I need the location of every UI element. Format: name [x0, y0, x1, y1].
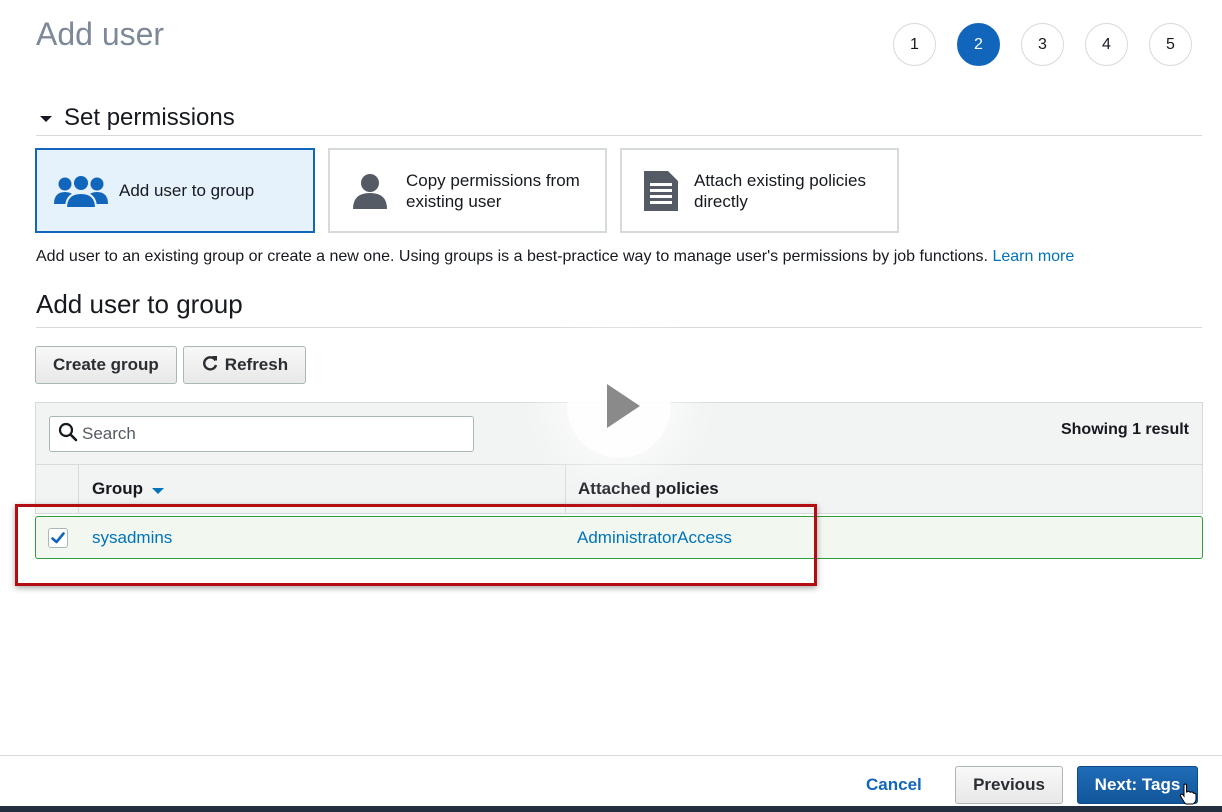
video-play-button[interactable] [567, 354, 671, 458]
header-group[interactable]: Group [79, 465, 566, 513]
row-checkbox[interactable] [47, 527, 68, 548]
caret-down-icon [40, 115, 52, 122]
footer-bar [0, 806, 1222, 812]
header-select-column [36, 465, 79, 513]
group-name-link[interactable]: sysadmins [79, 528, 566, 548]
policy-link[interactable]: AdministratorAccess [566, 528, 1202, 548]
step-5[interactable]: 5 [1149, 23, 1192, 66]
previous-button[interactable]: Previous [955, 766, 1063, 804]
option-add-user-to-group[interactable]: Add user to group [35, 148, 315, 233]
wizard-steps: 1 2 3 4 5 [893, 23, 1192, 66]
sort-caret-icon [152, 487, 164, 494]
step-4[interactable]: 4 [1085, 23, 1128, 66]
header-group-label: Group [92, 479, 143, 498]
cancel-link[interactable]: Cancel [866, 775, 922, 795]
users-group-icon [53, 173, 109, 209]
user-icon [350, 171, 390, 211]
wizard-footer: Cancel Previous Next: Tags [0, 755, 1222, 812]
option-line-1: Copy permissions from [406, 170, 580, 190]
set-permissions-title: Set permissions [64, 103, 235, 131]
search-icon [58, 422, 78, 447]
option-line-2: existing user [406, 191, 502, 211]
add-user-to-group-title: Add user to group [36, 289, 243, 319]
option-text: Copy permissions from existing user [406, 170, 580, 212]
option-label: Add user to group [119, 181, 255, 200]
search-box[interactable] [49, 416, 474, 452]
header-attached-policies[interactable]: Attached policies [566, 465, 1202, 513]
permission-options: Add user to group Copy permissions from … [35, 148, 899, 233]
step-3[interactable]: 3 [1021, 23, 1064, 66]
set-permissions-header[interactable]: Set permissions [36, 100, 1202, 136]
learn-more-link[interactable]: Learn more [992, 248, 1074, 265]
add-user-to-group-header: Add user to group [36, 289, 1202, 328]
option-line-1: Attach existing policies [694, 170, 866, 190]
document-icon [642, 169, 680, 213]
row-select-cell [36, 527, 79, 548]
checkmark-icon [50, 531, 65, 543]
hand-cursor-icon [1179, 783, 1197, 810]
option-line-2: directly [694, 191, 748, 211]
create-group-button[interactable]: Create group [35, 346, 177, 384]
group-actions: Create group Refresh [35, 346, 307, 384]
step-2-current[interactable]: 2 [957, 23, 1000, 66]
result-count: Showing 1 result [1060, 421, 1189, 438]
page-title: Add user [36, 16, 165, 52]
refresh-label: Refresh [224, 355, 289, 374]
play-icon [606, 384, 640, 428]
table-header: Group Attached policies [35, 464, 1203, 514]
table-row[interactable]: sysadmins AdministratorAccess [35, 516, 1203, 559]
step-1[interactable]: 1 [893, 23, 936, 66]
option-attach-policies[interactable]: Attach existing policies directly [620, 148, 899, 233]
refresh-icon [201, 354, 219, 377]
header-policies-label: Attached policies [578, 479, 719, 498]
search-input[interactable] [82, 424, 462, 444]
description-text: Add user to an existing group or create … [36, 248, 988, 265]
permissions-description: Add user to an existing group or create … [36, 248, 1074, 266]
refresh-button[interactable]: Refresh [182, 346, 307, 384]
option-text: Attach existing policies directly [694, 170, 866, 212]
option-copy-permissions[interactable]: Copy permissions from existing user [328, 148, 607, 233]
